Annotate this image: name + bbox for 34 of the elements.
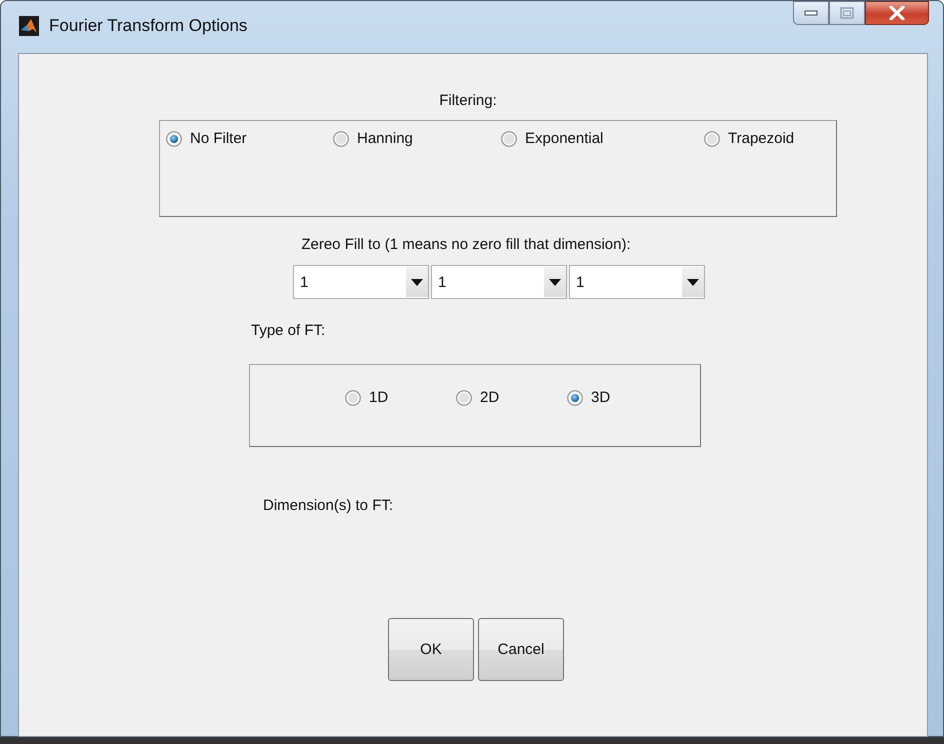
radio-label[interactable]: 1D [369,389,388,406]
close-button[interactable] [865,1,929,25]
caret-icon [411,278,423,286]
ok-button[interactable]: OK [388,618,474,681]
caret-icon [687,278,699,286]
ft-type-label: Type of FT: [251,322,326,339]
cancel-button[interactable]: Cancel [478,618,564,681]
radio-label[interactable]: No Filter [190,130,247,147]
radio-button[interactable] [567,390,583,406]
radio-button[interactable] [704,130,720,146]
peak-icon [19,16,39,36]
radio-label[interactable]: Hanning [357,130,413,147]
dimensions-label: Dimension(s) to FT: [263,497,394,514]
filtering-label: Filtering: [439,92,497,109]
window-title: Fourier Transform Options [49,16,248,36]
radio-button[interactable] [333,130,349,146]
close-icon [889,6,905,20]
radio-label[interactable]: Trapezoid [728,130,794,147]
minimize-icon [804,10,818,16]
radio-button[interactable] [166,130,182,146]
maximize-icon [840,7,854,19]
zero-fill-label: Zereo Fill to (1 means no zero fill that dimension): [301,236,631,253]
radio-button[interactable] [501,130,517,146]
maximize-button[interactable] [829,1,865,25]
dropdown[interactable]: 1 [569,265,705,299]
radio-button[interactable] [456,390,472,406]
dropdown[interactable]: 1 [431,265,567,299]
minimize-button[interactable] [793,1,829,25]
radio-label[interactable]: Exponential [525,130,604,147]
radio-label[interactable]: 2D [480,389,500,406]
dropdown[interactable]: 1 [293,265,429,299]
radio-label[interactable]: 3D [591,389,610,406]
caret-icon [549,278,561,286]
radio-button[interactable] [345,390,361,406]
